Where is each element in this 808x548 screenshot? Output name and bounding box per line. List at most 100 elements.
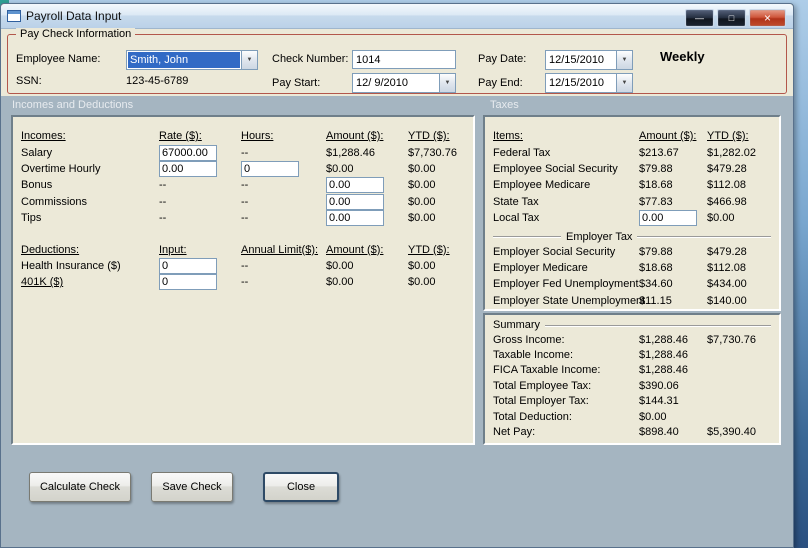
incomes-section-header: Incomes and Deductions [12,99,134,111]
deduction-ytd: $0.00 [408,276,436,289]
deduction-limit: -- [241,276,249,289]
maximize-button[interactable]: □ [717,9,746,27]
check-number-input[interactable] [352,50,456,69]
local-tax-input[interactable] [639,210,697,227]
summary-row-gross-income: Gross Income: $1,288.46 $7,730.76 [493,332,779,347]
summary-amount: $1,288.46 [639,349,688,362]
summary-item-label: Gross Income: [493,333,565,346]
tax-amount: $34.60 [639,278,673,291]
income-label: Bonus [21,179,53,192]
commissions-amount-input[interactable] [326,193,384,210]
window-title: Payroll Data Input [26,9,122,23]
save-check-button[interactable]: Save Check [151,472,233,502]
chevron-down-icon[interactable]: ▼ [439,74,455,92]
income-row-salary: Salary -- $1,288.46 $7,730.76 [21,144,473,161]
tax-row-federal: Federal Tax $213.67 $1,282.02 [493,144,779,160]
tax-ytd: $140.00 [707,294,747,307]
tax-ytd: $479.28 [707,245,747,258]
income-ytd: $0.00 [408,162,436,175]
pay-start-value: 12/ 9/2010 [356,77,408,89]
col-incomes: Incomes: [21,130,66,143]
tax-row-state: State Tax $77.83 $466.98 [493,194,779,210]
minimize-icon: — [695,13,704,23]
window-controls: — □ × [685,9,786,27]
title-bar[interactable]: Payroll Data Input [1,4,793,29]
summary-group-header: Summary [493,318,771,332]
salary-rate-input[interactable] [159,144,217,161]
income-ytd: $7,730.76 [408,146,457,159]
close-window-button[interactable]: × [749,9,786,27]
income-label: Overtime Hourly [21,162,101,175]
deduction-ytd: $0.00 [408,259,436,272]
tax-amount: $11.15 [639,294,672,307]
pay-end-datepicker[interactable]: 12/15/2010 ▼ [545,73,633,93]
summary-row-total-employer-tax: Total Employer Tax: $144.31 [493,394,779,409]
pay-date-value: 12/15/2010 [549,54,605,66]
minimize-button[interactable]: — [685,9,714,27]
income-hours: -- [241,195,249,208]
tax-row-employer-social-security: Employer Social Security $79.88 $479.28 [493,243,779,259]
summary-item-label: Taxable Income: [493,349,574,362]
tax-label: Local Tax [493,212,540,225]
bonus-amount-input[interactable] [326,177,384,194]
tax-amount: $213.67 [639,146,679,159]
col-ytd: YTD ($): [408,243,450,256]
pay-start-datepicker[interactable]: 12/ 9/2010 ▼ [352,73,456,93]
col-rate: Rate ($): [159,130,202,143]
tax-row-employer-medicare: Employer Medicare $18.68 $112.08 [493,260,779,276]
income-ytd: $0.00 [408,179,436,192]
401k-input[interactable] [159,274,217,291]
summary-item-label: Total Employee Tax: [493,379,592,392]
income-amount: $1,288.46 [326,146,375,159]
col-deductions: Deductions: [21,243,80,256]
col-amount: Amount ($): [639,130,697,143]
health-insurance-input[interactable] [159,257,217,274]
summary-panel: Summary Gross Income: $1,288.46 $7,730.7… [483,313,781,445]
close-button[interactable]: Close [263,472,339,502]
close-icon: × [763,11,771,25]
col-hours: Hours: [241,130,274,143]
tax-row-employee-social-security: Employee Social Security $79.88 $479.28 [493,161,779,177]
tax-amount: $18.68 [639,261,673,274]
chevron-down-icon[interactable]: ▼ [616,51,632,69]
employee-name-label: Employee Name: [16,53,101,65]
summary-amount: $390.06 [639,379,679,392]
tax-label: Employee Medicare [493,179,591,192]
deduction-amount: $0.00 [326,259,354,272]
income-hours: -- [241,179,249,192]
deduction-row-401k: 401K ($) -- $0.00 $0.00 [21,274,473,291]
deduction-amount: $0.00 [326,276,354,289]
col-input: Input: [159,243,187,256]
income-amount: $0.00 [326,162,354,175]
tax-label: State Tax [493,195,539,208]
tax-ytd: $1,282.02 [707,146,756,159]
tips-amount-input[interactable] [326,210,384,227]
overtime-hours-input[interactable] [241,160,299,177]
income-hours: -- [241,146,249,159]
pay-date-datepicker[interactable]: 12/15/2010 ▼ [545,50,633,70]
summary-amount: $144.31 [639,395,679,408]
summary-row-net-pay: Net Pay: $898.40 $5,390.40 [493,424,779,439]
calculate-check-button[interactable]: Calculate Check [29,472,131,502]
paycheck-info-label: Pay Check Information [16,28,136,40]
chevron-down-icon[interactable]: ▼ [616,74,632,92]
employee-name-combobox[interactable]: Smith, John ▼ [126,50,258,70]
income-row-tips: Tips -- -- $0.00 [21,210,473,227]
incomes-deductions-panel: Incomes: Rate ($): Hours: Amount ($): YT… [11,115,475,445]
income-rate: -- [159,179,167,192]
tax-ytd: $434.00 [707,278,747,291]
chevron-down-icon[interactable]: ▼ [241,51,257,69]
summary-item-label: Total Deduction: [493,410,572,423]
income-rate: -- [159,195,167,208]
summary-item-label: Net Pay: [493,426,536,439]
ssn-value: 123-45-6789 [126,75,189,87]
employee-name-value: Smith, John [128,52,240,68]
income-row-bonus: Bonus -- -- $0.00 [21,177,473,194]
summary-item-label: Total Employer Tax: [493,395,589,408]
income-row-commissions: Commissions -- -- $0.00 [21,193,473,210]
overtime-rate-input[interactable] [159,160,217,177]
col-ytd: YTD ($): [408,130,450,143]
tax-label: Employer Medicare [493,261,588,274]
tax-label: Employee Social Security [493,162,618,175]
